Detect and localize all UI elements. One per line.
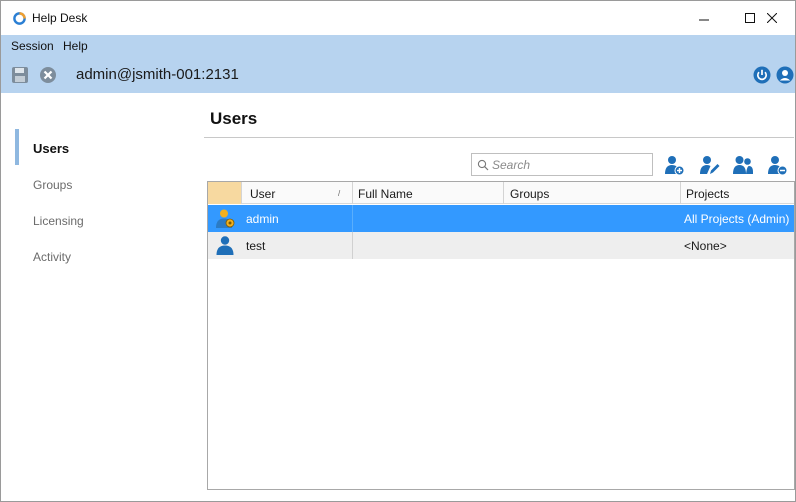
cell-user: admin xyxy=(246,212,279,226)
sidebar-item-users[interactable]: Users xyxy=(33,141,69,156)
sidebar xyxy=(1,93,201,501)
search-icon xyxy=(477,159,489,171)
column-header-full-name[interactable]: Full Name xyxy=(358,182,413,204)
cell-projects: <None> xyxy=(684,239,727,253)
search-box[interactable] xyxy=(471,153,653,176)
title-divider xyxy=(204,137,794,138)
menu-bar: Session Help xyxy=(1,35,795,57)
edit-user-icon[interactable] xyxy=(698,154,720,176)
disconnect-icon[interactable] xyxy=(39,66,57,84)
page-title: Users xyxy=(210,109,258,128)
connection-label: admin@jsmith-001:2131 xyxy=(76,66,239,83)
sidebar-item-groups[interactable]: Groups xyxy=(33,178,72,192)
column-header-projects[interactable]: Projects xyxy=(686,182,729,204)
column-divider xyxy=(503,182,504,204)
admin-user-icon xyxy=(216,209,235,228)
minimize-button[interactable] xyxy=(681,1,727,35)
users-table[interactable]: User / Full Name Groups Projects admin A… xyxy=(207,181,795,490)
menu-help[interactable]: Help xyxy=(63,39,88,53)
column-divider xyxy=(680,182,681,204)
user-groups-icon[interactable] xyxy=(732,154,754,176)
search-input[interactable] xyxy=(492,156,647,173)
user-icon xyxy=(216,236,234,255)
connection-bar: admin@jsmith-001:2131 xyxy=(1,57,795,93)
save-icon[interactable] xyxy=(11,66,29,84)
cell-user: test xyxy=(246,239,266,253)
table-row[interactable]: test <None> xyxy=(208,232,794,259)
table-row[interactable]: admin All Projects (Admin) xyxy=(208,205,794,232)
account-icon[interactable] xyxy=(776,66,794,84)
remove-user-icon[interactable] xyxy=(766,154,788,176)
active-nav-indicator xyxy=(15,129,19,165)
sidebar-item-activity[interactable]: Activity xyxy=(33,250,71,264)
power-icon[interactable] xyxy=(753,66,771,84)
sidebar-item-licensing[interactable]: Licensing xyxy=(33,214,84,228)
column-divider xyxy=(352,182,353,204)
window-title: Help Desk xyxy=(32,11,88,25)
table-header: User / Full Name Groups Projects xyxy=(208,182,794,204)
add-user-icon[interactable] xyxy=(663,154,685,176)
column-header-user[interactable]: User xyxy=(250,182,275,204)
column-header-groups[interactable]: Groups xyxy=(510,182,549,204)
sort-indicator-icon: / xyxy=(338,189,341,198)
cell-projects: All Projects (Admin) xyxy=(684,212,790,226)
app-window: Help Desk Session Help admin@jsmith-001:… xyxy=(0,0,796,502)
help-desk-logo-icon xyxy=(13,12,26,25)
close-icon xyxy=(767,13,777,23)
title-bar: Help Desk xyxy=(1,1,795,35)
menu-session[interactable]: Session xyxy=(11,39,54,53)
row-divider xyxy=(352,232,353,259)
row-divider xyxy=(352,205,353,232)
header-corner xyxy=(208,182,242,204)
close-button[interactable] xyxy=(749,1,795,35)
minimize-icon xyxy=(699,19,709,21)
